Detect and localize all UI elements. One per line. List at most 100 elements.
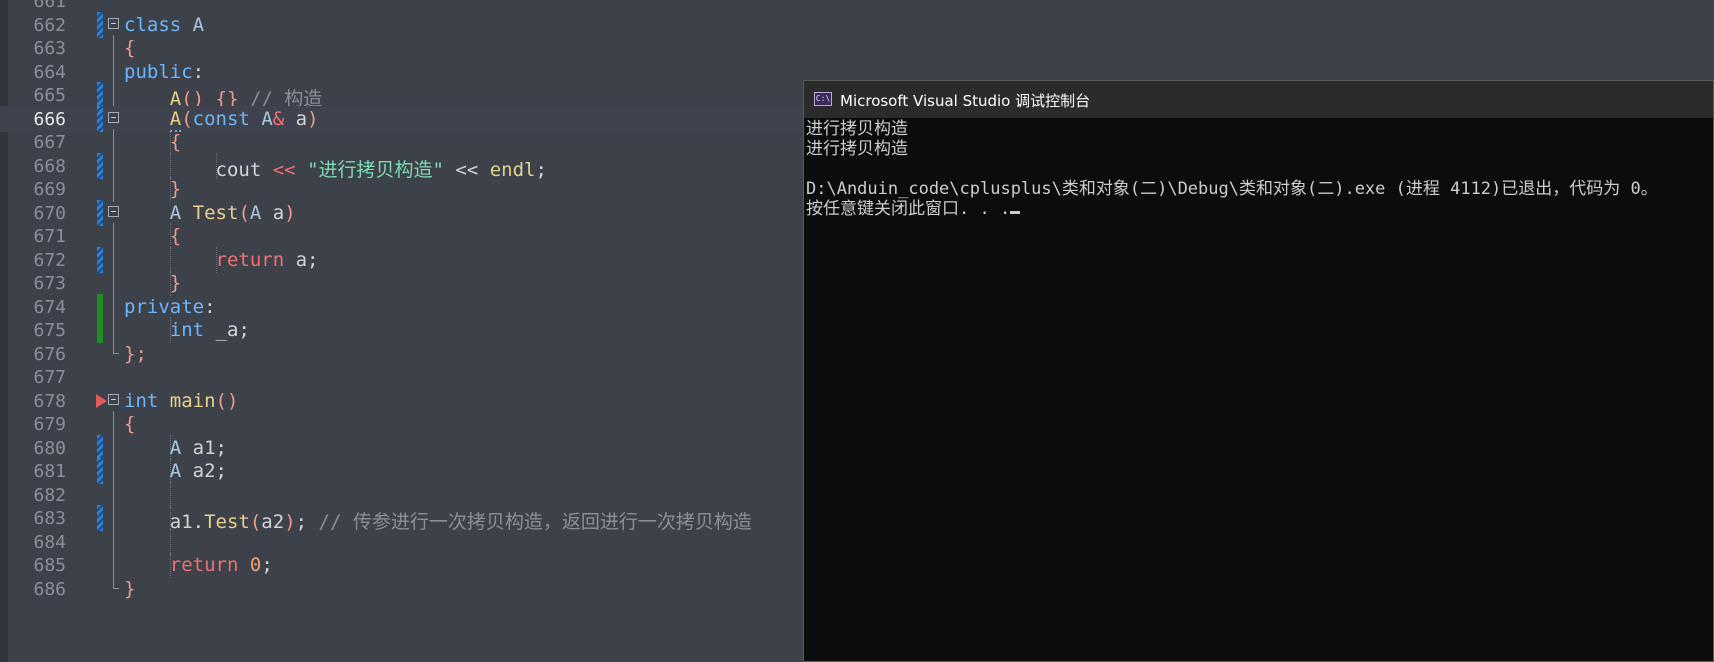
code-text[interactable]: { — [124, 413, 135, 435]
line-number: 670 — [33, 202, 66, 224]
line-number: 673 — [33, 273, 66, 294]
line-number: 682 — [33, 484, 66, 506]
line-number: 678 — [33, 390, 66, 412]
code-text[interactable]: A Test(A a) — [124, 202, 296, 224]
code-token: A — [169, 107, 182, 132]
code-token: ) — [284, 201, 296, 224]
code-token: ( — [238, 201, 250, 224]
console-line-text: D:\Anduin_code\cplusplus\类和对象(二)\Debug\类… — [806, 179, 1658, 199]
collapse-icon[interactable] — [108, 17, 119, 29]
code-token: return — [215, 248, 285, 271]
unsaved-change-marker — [97, 434, 103, 461]
outline-guide — [113, 246, 114, 273]
code-token: a — [261, 201, 285, 224]
code-text[interactable]: } — [124, 272, 181, 294]
code-text[interactable]: { — [124, 37, 135, 59]
console-line: 进行拷贝构造 — [806, 119, 1713, 139]
outline-guide — [113, 411, 114, 437]
line-number: 683 — [33, 508, 66, 529]
line-number: 674 — [33, 296, 66, 318]
code-token: a; — [284, 248, 319, 271]
code-text[interactable]: int _a; — [124, 319, 250, 341]
code-line[interactable]: 663 { — [0, 35, 1714, 61]
code-token: : — [204, 295, 216, 318]
code-token: A — [169, 436, 182, 459]
outline-end-tick — [113, 587, 119, 589]
code-token: } — [124, 577, 136, 600]
code-token: a — [284, 107, 308, 130]
execution-arrow-icon[interactable] — [96, 393, 107, 408]
outline-guide — [113, 129, 114, 155]
code-token: A — [261, 107, 273, 130]
code-text[interactable]: } — [124, 178, 181, 200]
code-text[interactable]: public: — [124, 61, 204, 83]
code-text[interactable]: int main() — [124, 390, 238, 412]
line-number: 663 — [33, 38, 66, 59]
code-token: ( — [181, 107, 193, 130]
collapse-icon[interactable] — [108, 205, 119, 217]
line-number: 684 — [33, 531, 66, 553]
line-number: 676 — [33, 343, 66, 365]
code-token: a1; — [181, 436, 227, 459]
code-text[interactable]: A a2; — [124, 460, 227, 482]
line-number: 685 — [33, 555, 66, 576]
line-number: 686 — [33, 578, 66, 600]
code-text[interactable]: } — [124, 578, 135, 600]
outline-guide — [113, 458, 114, 484]
indent-guide — [170, 481, 171, 508]
line-number: 661 — [33, 0, 66, 12]
code-text[interactable]: return 0; — [124, 554, 273, 576]
code-text[interactable]: A a1; — [124, 437, 227, 459]
code-text[interactable]: private: — [124, 296, 216, 318]
code-text[interactable]: }; — [124, 343, 147, 365]
saved-change-marker — [97, 317, 103, 343]
outline-guide — [113, 481, 114, 508]
line-number: 680 — [33, 437, 66, 459]
code-token: { — [169, 131, 182, 153]
code-text[interactable]: class A — [124, 14, 204, 36]
collapse-icon[interactable] — [108, 111, 119, 123]
console-app-icon: C:\ — [814, 92, 832, 106]
console-titlebar[interactable]: C:\ Microsoft Visual Studio 调试控制台 — [804, 81, 1713, 118]
console-line-text: 按任意键关闭此窗口. . . — [806, 199, 1011, 219]
line-number: 665 — [33, 85, 66, 106]
line-number: 675 — [33, 320, 66, 341]
debug-console-window[interactable]: C:\ Microsoft Visual Studio 调试控制台 进行拷贝构造… — [803, 80, 1714, 662]
unsaved-change-marker — [97, 246, 103, 273]
code-token: { — [124, 37, 136, 59]
code-text[interactable]: return a; — [124, 248, 319, 271]
code-line[interactable]: 662 class A — [0, 11, 1714, 38]
outline-guide — [113, 293, 114, 320]
code-text[interactable]: A(const A& a) — [124, 107, 319, 132]
code-text[interactable]: { — [124, 225, 181, 247]
code-token: private — [124, 295, 205, 318]
code-token: : — [192, 60, 205, 83]
unsaved-change-marker — [97, 152, 103, 179]
outline-guide — [113, 58, 114, 85]
code-token: ) — [307, 107, 319, 130]
code-token: { — [124, 413, 136, 435]
code-token: 0 — [249, 554, 262, 576]
console-title: Microsoft Visual Studio 调试控制台 — [840, 92, 1091, 110]
code-token: class — [124, 13, 182, 36]
line-number: 672 — [33, 249, 66, 271]
unsaved-change-marker — [97, 199, 103, 226]
console-output[interactable]: 进行拷贝构造 进行拷贝构造 D:\Anduin_code\cplusplus\类和… — [806, 119, 1713, 661]
line-number: 671 — [33, 226, 66, 247]
collapse-icon[interactable] — [108, 393, 119, 405]
outline-guide — [113, 270, 114, 296]
code-text[interactable]: { — [124, 131, 181, 153]
code-token: }; — [124, 342, 147, 365]
code-token: Test — [192, 201, 239, 224]
code-token: int — [169, 319, 205, 341]
